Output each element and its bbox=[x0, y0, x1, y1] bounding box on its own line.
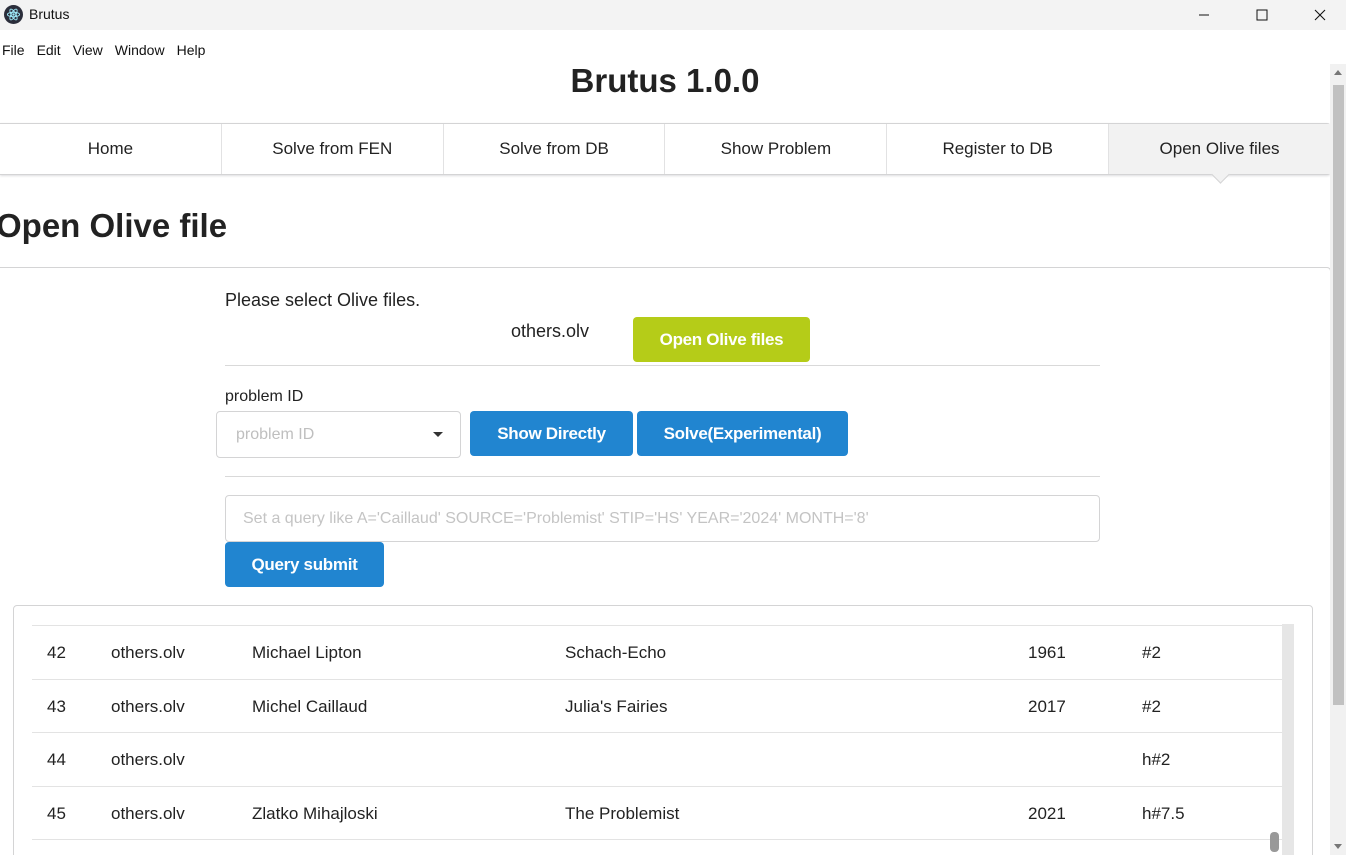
problem-id-dropdown[interactable]: problem ID bbox=[216, 411, 461, 458]
scroll-up-icon[interactable] bbox=[1334, 70, 1342, 75]
table-row[interactable]: 42 others.olv Michael Lipton Schach-Echo… bbox=[32, 626, 1282, 680]
close-icon bbox=[1314, 9, 1326, 21]
cell-id: 45 bbox=[47, 803, 66, 823]
close-button[interactable] bbox=[1291, 0, 1346, 30]
menu-edit[interactable]: Edit bbox=[31, 36, 67, 64]
menu-bar: File Edit View Window Help bbox=[0, 36, 211, 64]
results-table: 42 others.olv Michael Lipton Schach-Echo… bbox=[13, 605, 1313, 855]
caret-down-icon bbox=[433, 432, 443, 437]
table-scrollbar[interactable] bbox=[1282, 624, 1294, 855]
cell-id: 43 bbox=[47, 696, 66, 716]
cell-file: others.olv bbox=[111, 750, 185, 770]
window-title: Brutus bbox=[29, 6, 70, 22]
cell-stipulation: #2 bbox=[1142, 696, 1161, 716]
page-title: Open Olive file bbox=[0, 207, 228, 244]
tab-bar: Home Solve from FEN Solve from DB Show P… bbox=[0, 123, 1331, 175]
cell-file: others.olv bbox=[111, 696, 185, 716]
atom-icon bbox=[4, 5, 23, 24]
cell-source: The Problemist bbox=[565, 803, 680, 823]
menu-view[interactable]: View bbox=[67, 36, 109, 64]
cell-year: 2021 bbox=[1028, 803, 1066, 823]
cell-id: 44 bbox=[47, 750, 66, 770]
table-row[interactable]: 44 others.olv h#2 bbox=[32, 733, 1282, 787]
tab-register-to-db[interactable]: Register to DB bbox=[887, 124, 1110, 174]
open-olive-files-button[interactable]: Open Olive files bbox=[633, 317, 810, 362]
table-scrollbar-thumb[interactable] bbox=[1270, 832, 1279, 852]
cell-stipulation: h#7.5 bbox=[1142, 803, 1185, 823]
table-row[interactable]: 45 others.olv Zlatko Mihajloski The Prob… bbox=[32, 787, 1282, 841]
maximize-icon bbox=[1256, 9, 1268, 21]
table-row[interactable]: 43 others.olv Michel Caillaud Julia's Fa… bbox=[32, 680, 1282, 734]
window-scrollbar-thumb[interactable] bbox=[1333, 85, 1344, 705]
instruction-text: Please select Olive files. bbox=[225, 290, 421, 310]
cell-author: Michel Caillaud bbox=[252, 696, 368, 716]
cell-author: Zlatko Mihajloski bbox=[252, 803, 378, 823]
maximize-button[interactable] bbox=[1233, 0, 1291, 30]
cell-file: others.olv bbox=[111, 803, 185, 823]
problem-id-label: problem ID bbox=[225, 388, 304, 405]
table-row-partial bbox=[32, 606, 1282, 626]
cell-source: Julia's Fairies bbox=[565, 696, 668, 716]
menu-window[interactable]: Window bbox=[109, 36, 171, 64]
divider bbox=[225, 476, 1100, 477]
cell-year: 1961 bbox=[1028, 643, 1066, 662]
cell-stipulation: h#2 bbox=[1142, 750, 1171, 770]
show-directly-button[interactable]: Show Directly bbox=[470, 411, 633, 456]
menu-file[interactable]: File bbox=[0, 36, 31, 64]
cell-author: Michael Lipton bbox=[252, 643, 362, 662]
tab-open-olive-files[interactable]: Open Olive files bbox=[1109, 124, 1330, 174]
app-heading: Brutus 1.0.0 bbox=[570, 62, 760, 99]
cell-id: 42 bbox=[47, 643, 66, 662]
cell-file: others.olv bbox=[111, 643, 185, 662]
title-bar: Brutus bbox=[0, 0, 1346, 30]
tab-solve-from-db[interactable]: Solve from DB bbox=[444, 124, 666, 174]
minimize-icon bbox=[1199, 14, 1209, 16]
cell-year: 2017 bbox=[1028, 696, 1066, 716]
menu-help[interactable]: Help bbox=[171, 36, 212, 64]
selected-file-name: others.olv bbox=[511, 321, 590, 341]
tab-solve-from-fen[interactable]: Solve from FEN bbox=[222, 124, 444, 174]
tab-show-problem[interactable]: Show Problem bbox=[665, 124, 888, 174]
scroll-down-icon[interactable] bbox=[1334, 844, 1342, 849]
query-input[interactable] bbox=[225, 495, 1100, 542]
divider bbox=[225, 365, 1100, 366]
minimize-button[interactable] bbox=[1175, 0, 1233, 30]
tab-home[interactable]: Home bbox=[0, 124, 222, 174]
solve-experimental-button[interactable]: Solve(Experimental) bbox=[637, 411, 848, 456]
query-submit-button[interactable]: Query submit bbox=[225, 542, 384, 587]
cell-stipulation: #2 bbox=[1142, 643, 1161, 662]
cell-source: Schach-Echo bbox=[565, 643, 667, 662]
problem-id-placeholder: problem ID bbox=[236, 426, 315, 443]
